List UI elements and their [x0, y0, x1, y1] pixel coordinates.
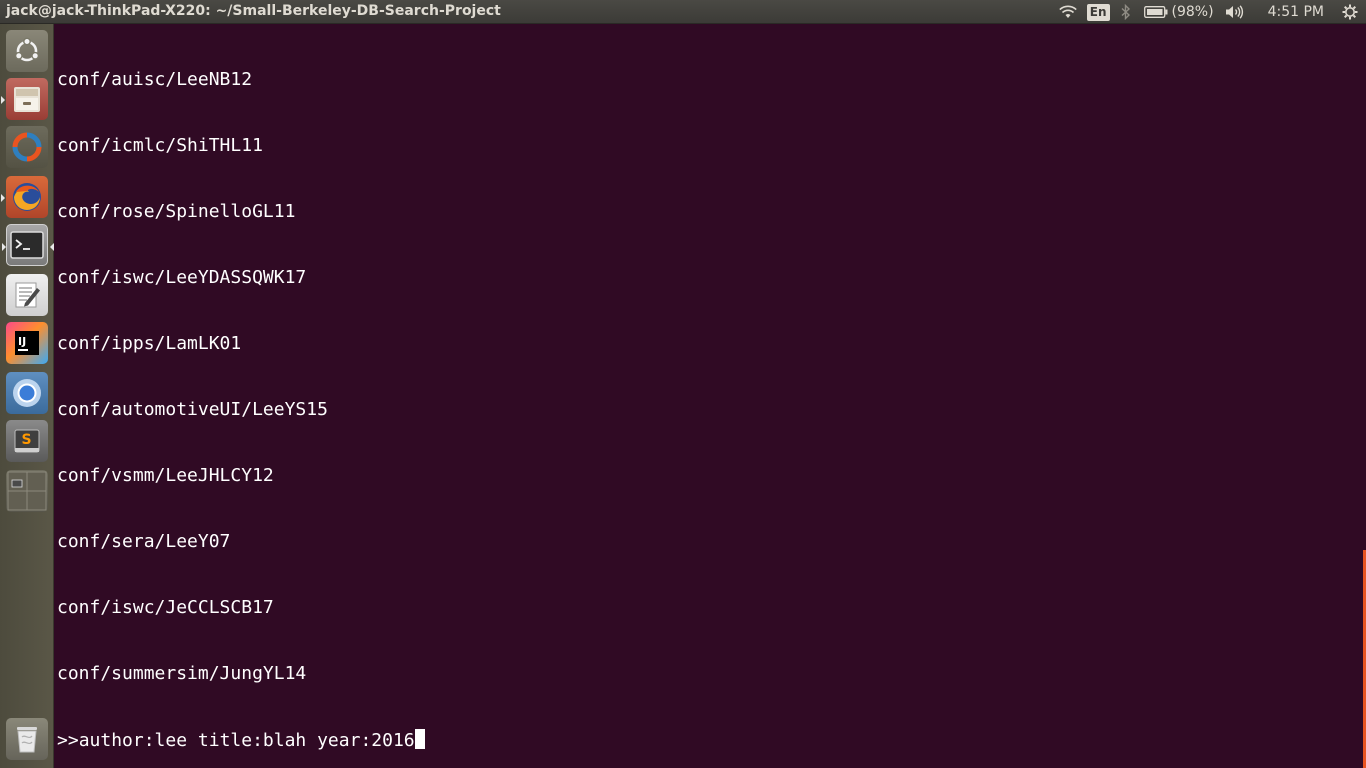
window-title: jack@jack-ThinkPad-X220: ~/Small-Berkele… — [6, 3, 501, 19]
running-indicator — [2, 243, 6, 251]
trash-button[interactable] — [6, 718, 48, 760]
focused-indicator — [50, 243, 54, 251]
terminal-window[interactable]: conf/auisc/LeeNB12 conf/icmlc/ShiTHL11 c… — [55, 24, 1366, 768]
workspace-switcher-button[interactable] — [6, 470, 48, 512]
output-line: conf/vsmm/LeeJHLCY12 — [57, 465, 274, 486]
chromium-launcher-button[interactable] — [6, 372, 48, 414]
terminal-launcher-button[interactable] — [2, 224, 54, 266]
system-gear-icon[interactable] — [1340, 0, 1360, 24]
terminal-icon — [10, 231, 44, 259]
battery-icon — [1143, 6, 1168, 18]
wifi-icon[interactable] — [1055, 0, 1081, 24]
volume-icon[interactable] — [1224, 0, 1246, 24]
output-line: conf/sera/LeeY07 — [57, 531, 231, 552]
svg-text:IJ: IJ — [18, 335, 26, 348]
chromium-icon — [13, 379, 41, 407]
ubuntu-software-icon — [12, 132, 42, 162]
text-cursor — [414, 729, 425, 749]
files-launcher-button[interactable] — [1, 78, 48, 120]
intellij-icon: IJ — [15, 331, 39, 355]
firefox-icon — [13, 183, 41, 211]
keyboard-language-indicator[interactable]: En — [1086, 0, 1110, 24]
ubuntu-logo-icon — [14, 37, 40, 62]
battery-percentage: (98%) — [1171, 4, 1214, 20]
command-input[interactable]: author:lee title:blah year:2016 — [79, 730, 415, 751]
output-line: conf/automotiveUI/LeeYS15 — [57, 399, 328, 420]
intellij-launcher-button[interactable]: IJ — [6, 322, 48, 364]
text-editor-launcher-button[interactable] — [6, 274, 48, 316]
firefox-launcher-button[interactable] — [1, 176, 48, 218]
running-indicator — [1, 194, 5, 202]
software-launcher-button[interactable] — [6, 126, 48, 168]
output-line: conf/ipps/LamLK01 — [57, 333, 242, 354]
output-line: conf/iswc/JeCCLSCB17 — [57, 597, 274, 618]
bluetooth-icon[interactable] — [1118, 0, 1134, 24]
prompt: >> — [57, 730, 79, 751]
output-line: conf/iswc/LeeYDASSQWK17 — [57, 267, 307, 288]
dash-home-button[interactable] — [6, 30, 48, 72]
running-indicator — [1, 96, 5, 104]
output-line: conf/auisc/LeeNB12 — [57, 69, 253, 90]
command-line[interactable]: >>author:lee title:blah year:2016 — [57, 729, 425, 752]
svg-text:S: S — [22, 432, 32, 448]
text-editor-icon — [15, 282, 40, 308]
top-panel: jack@jack-ThinkPad-X220: ~/Small-Berkele… — [0, 0, 1366, 24]
output-line: conf/summersim/JungYL14 — [57, 663, 307, 684]
trash-icon — [17, 727, 37, 753]
output-line: conf/icmlc/ShiTHL11 — [57, 135, 263, 156]
indicator-area: En (98%) 4:51 PM — [1055, 0, 1366, 24]
language-badge: En — [1086, 3, 1110, 21]
workspace-switcher-icon — [7, 471, 47, 511]
launcher: IJ S — [0, 24, 54, 768]
output-line: conf/rose/SpinelloGL11 — [57, 201, 296, 222]
clock[interactable]: 4:51 PM — [1268, 0, 1324, 24]
sublime-icon: S — [14, 429, 40, 453]
file-cabinet-icon — [14, 87, 40, 112]
sublime-launcher-button[interactable]: S — [6, 420, 48, 462]
battery-indicator[interactable]: (98%) — [1143, 0, 1214, 24]
